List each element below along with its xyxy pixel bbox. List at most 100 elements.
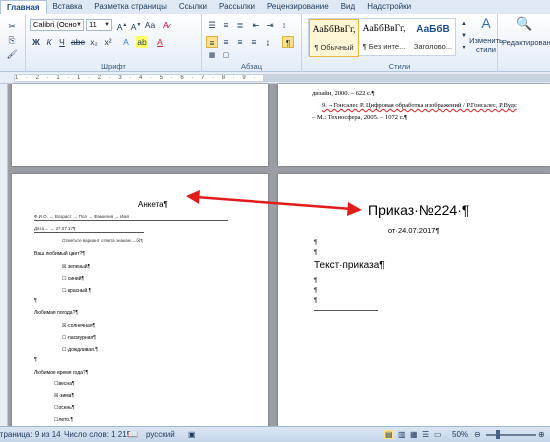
italic-icon[interactable]: К bbox=[43, 36, 55, 48]
word-window: Главная Вставка Разметка страницы Ссылки… bbox=[0, 0, 550, 442]
show-marks-button[interactable]: ¶ bbox=[282, 36, 294, 48]
page-order[interactable]: Приказ·№224·¶ от·24.07.2017¶ ¶ ¶ Текст·п… bbox=[278, 174, 550, 426]
view-web-icon[interactable]: ▦ bbox=[410, 430, 418, 439]
tab-page-layout[interactable]: Разметка страницы bbox=[88, 0, 173, 14]
chevron-down-icon: ▼ bbox=[104, 22, 110, 28]
tab-addins[interactable]: Надстройки bbox=[361, 0, 417, 14]
sort-icon[interactable]: ↕ bbox=[278, 19, 290, 31]
copy-icon[interactable]: ⎘ bbox=[6, 34, 18, 46]
font-group-label: Шрифт bbox=[101, 62, 126, 71]
zoom-slider-thumb[interactable] bbox=[496, 430, 500, 439]
empty-paragraph: ¶ bbox=[314, 250, 318, 256]
option-cloudy[interactable]: ☐·пасмурная¶ bbox=[62, 335, 96, 341]
option-green[interactable]: ☒ зеленый¶ bbox=[62, 264, 90, 270]
status-language[interactable]: русский bbox=[146, 430, 175, 439]
tab-view[interactable]: Вид bbox=[335, 0, 361, 14]
subscript-icon[interactable]: x₂ bbox=[88, 36, 100, 48]
highlight-icon[interactable]: ab bbox=[136, 36, 148, 48]
align-center-icon[interactable]: ≡ bbox=[220, 36, 232, 48]
view-print-layout-icon[interactable]: ▤ bbox=[384, 430, 394, 439]
tab-home[interactable]: Главная bbox=[0, 0, 47, 14]
style-no-spacing[interactable]: АаБбВвГг, ¶ Без инте... bbox=[359, 19, 409, 57]
order-title: Приказ·№224·¶ bbox=[368, 202, 470, 218]
grow-font-icon[interactable]: A▲ bbox=[116, 19, 128, 32]
tab-references[interactable]: Ссылки bbox=[173, 0, 213, 14]
order-body: Текст·приказа¶ bbox=[314, 260, 385, 271]
cut-icon[interactable]: ✂ bbox=[6, 20, 18, 32]
questionnaire-title: Анкета¶ bbox=[138, 200, 168, 209]
empty-paragraph: ¶ bbox=[34, 357, 37, 363]
status-words[interactable]: Число слов: 1 215 bbox=[64, 430, 131, 439]
page-top-left[interactable] bbox=[12, 84, 268, 166]
option-red[interactable]: ☐ красный.¶ bbox=[62, 288, 91, 294]
status-page[interactable]: Страница: 9 из 14 bbox=[0, 430, 61, 439]
style-heading1[interactable]: АаБбВ Заголово... bbox=[409, 19, 457, 57]
styles-scroll-up-icon[interactable]: ▲ bbox=[458, 18, 470, 30]
tab-mailings[interactable]: Рассылки bbox=[213, 0, 261, 14]
style-normal-name: ¶ Обычный bbox=[314, 43, 354, 52]
strikethrough-icon[interactable]: abe bbox=[71, 36, 85, 48]
change-case-icon[interactable]: Aa bbox=[144, 19, 156, 31]
fields-underline bbox=[34, 220, 228, 221]
shading-icon[interactable]: ▦ bbox=[206, 50, 218, 62]
horizontal-ruler[interactable]: 1 · 2 · 1 · 1 · 2 · 3 · 4 · 5 · 6 · 7 · … bbox=[0, 72, 550, 84]
zoom-in-icon[interactable]: ⊕ bbox=[538, 430, 545, 439]
styles-group-label: Стили bbox=[388, 62, 411, 71]
spelling-icon[interactable]: 📖 bbox=[128, 430, 138, 439]
line-spacing-icon[interactable]: ↨ bbox=[262, 36, 274, 48]
questionnaire-fields-line: Ф.И.О. → Возраст → Пол → Фамилия → Имя bbox=[34, 214, 129, 219]
superscript-icon[interactable]: x² bbox=[102, 36, 114, 48]
styles-gallery: АаБбВвГг, ¶ Обычный АаБбВвГг, ¶ Без инте… bbox=[308, 18, 457, 57]
option-sunny[interactable]: ☒·солнечная¶ bbox=[62, 323, 95, 329]
style-normal[interactable]: АаБбВвГг, ¶ Обычный bbox=[309, 19, 359, 57]
vertical-ruler[interactable] bbox=[0, 84, 8, 426]
questionnaire-note: Отметьте вариант ответа знаком →☒¶ bbox=[62, 238, 143, 243]
editing-button[interactable]: Редактирование bbox=[502, 38, 550, 47]
tab-insert[interactable]: Вставка bbox=[47, 0, 89, 14]
bibliography-line-3: – М.: Техносфера, 2005. – 1072 с.¶ bbox=[312, 114, 408, 121]
bullets-icon[interactable]: ☰ bbox=[206, 19, 218, 31]
page-top-right[interactable]: дизайн, 2000. – 622 с.¶ 9.→Гонсалес Р. Ц… bbox=[278, 84, 550, 166]
align-left-icon[interactable]: ≡ bbox=[206, 36, 218, 48]
page-questionnaire[interactable]: Анкета¶ Ф.И.О. → Возраст → Пол → Фамилия… bbox=[12, 174, 268, 426]
text-effects-icon[interactable]: A bbox=[120, 36, 132, 48]
borders-icon[interactable]: ▢ bbox=[220, 50, 232, 62]
tab-review[interactable]: Рецензирование bbox=[261, 0, 335, 14]
empty-paragraph: ¶ bbox=[314, 240, 318, 246]
font-color-icon[interactable]: A bbox=[154, 36, 166, 48]
paragraph-group-label: Абзац bbox=[240, 62, 263, 71]
paragraph-group: ☰ ≡ ≣ ⇤ ⇥ ↕ ≡ ≡ ≡ ≡ ↨ ¶ ▦ ▢ Абзац bbox=[202, 14, 302, 72]
macro-icon[interactable]: ▣ bbox=[188, 430, 196, 439]
status-zoom[interactable]: 50% bbox=[452, 430, 468, 439]
change-styles-icon[interactable]: A bbox=[478, 16, 494, 33]
find-icon[interactable]: 🔍 bbox=[516, 17, 532, 34]
multilevel-list-icon[interactable]: ≣ bbox=[234, 19, 246, 31]
clear-formatting-icon[interactable]: A̷ bbox=[160, 19, 172, 31]
font-size-combo[interactable]: 11 ▼ bbox=[86, 19, 112, 31]
numbering-icon[interactable]: ≡ bbox=[220, 19, 232, 31]
empty-paragraph: ¶ bbox=[34, 298, 37, 304]
font-name-combo[interactable]: Calibri (Осно ▼ bbox=[30, 19, 84, 31]
justify-icon[interactable]: ≡ bbox=[248, 36, 260, 48]
format-painter-icon[interactable]: 🖌 bbox=[6, 48, 18, 60]
shrink-font-icon[interactable]: A▼ bbox=[130, 19, 142, 32]
underline-icon[interactable]: Ч bbox=[56, 36, 68, 48]
view-fullscreen-icon[interactable]: ▥ bbox=[398, 430, 406, 439]
option-rainy[interactable]: ☐·дождливая.¶ bbox=[62, 347, 98, 353]
empty-paragraph: ¶ bbox=[314, 298, 318, 304]
font-name-value: Calibri (Осно bbox=[33, 20, 77, 29]
align-right-icon[interactable]: ≡ bbox=[234, 36, 246, 48]
decrease-indent-icon[interactable]: ⇤ bbox=[250, 19, 262, 31]
option-blue[interactable]: ☐ синий¶ bbox=[62, 276, 84, 282]
view-outline-icon[interactable]: ☰ bbox=[422, 430, 429, 439]
option-autumn[interactable]: ☐осень¶ bbox=[54, 405, 75, 411]
option-spring[interactable]: ☐весна¶ bbox=[54, 381, 75, 387]
style-heading1-preview: АаБбВ bbox=[416, 24, 450, 35]
increase-indent-icon[interactable]: ⇥ bbox=[264, 19, 276, 31]
zoom-slider[interactable] bbox=[486, 434, 536, 436]
bold-icon[interactable]: Ж bbox=[30, 36, 42, 48]
option-summer[interactable]: ☐лето.¶ bbox=[54, 417, 73, 423]
option-winter[interactable]: ☒·зима¶ bbox=[54, 393, 74, 399]
view-draft-icon[interactable]: ▭ bbox=[434, 430, 442, 439]
zoom-out-icon[interactable]: ⊖ bbox=[474, 430, 481, 439]
